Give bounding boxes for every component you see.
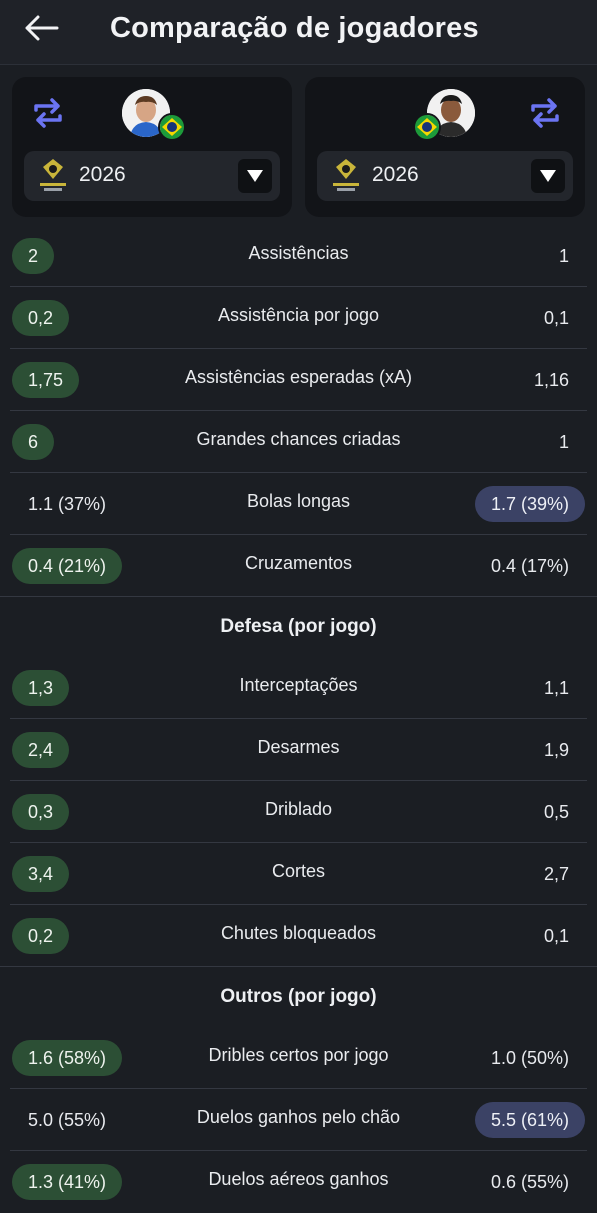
stat-left-value: 1,75 xyxy=(12,362,80,398)
stat-row: 3,4 Cortes 2,7 xyxy=(0,843,597,905)
stat-label: Assistência por jogo xyxy=(217,305,380,325)
season-label: 2026 xyxy=(372,163,419,186)
stat-right-value: 1.0 (50%) xyxy=(490,1048,569,1068)
stat-label: Interceptações xyxy=(239,675,358,695)
stat-row: 2 Assistências 1 xyxy=(0,225,597,287)
stat-left-value: 2 xyxy=(12,238,55,274)
stat-right-value: 0,1 xyxy=(543,308,569,328)
stat-label: Assistências esperadas (xA) xyxy=(184,367,413,387)
stat-left-value: 2,4 xyxy=(12,732,70,768)
stat-label: Desarmes xyxy=(257,737,340,757)
stat-label: Assistências xyxy=(248,243,349,263)
stat-left-value: 1.1 (37%) xyxy=(28,494,107,514)
stat-label: Dribles certos por jogo xyxy=(208,1045,389,1065)
stat-label: Cortes xyxy=(271,861,325,881)
back-arrow-icon[interactable] xyxy=(22,10,62,46)
brazil-flag-icon xyxy=(413,113,441,141)
stat-row: 1.3 (41%) Duelos aéreos ganhos 0.6 (55%) xyxy=(0,1151,597,1213)
stat-right-value: 1 xyxy=(558,246,569,266)
swap-player-icon[interactable] xyxy=(527,95,563,131)
stat-right-value: 1,16 xyxy=(533,370,569,390)
brasileirao-betano-logo xyxy=(331,157,361,195)
player-card-left: 2026 xyxy=(12,77,292,217)
stat-right-value: 0,5 xyxy=(543,802,569,822)
chevron-down-icon[interactable] xyxy=(238,159,272,193)
stat-left-value: 1,3 xyxy=(12,670,70,706)
stat-right-value: 1 xyxy=(558,432,569,452)
stat-row: 5.0 (55%) Duelos ganhos pelo chão 5.5 (6… xyxy=(0,1089,597,1151)
stat-label: Cruzamentos xyxy=(244,553,353,573)
stat-row: 0,2 Chutes bloqueados 0,1 xyxy=(0,905,597,967)
section-title-other: Outros (por jogo) xyxy=(220,986,377,1007)
page-title: Comparação de jogadores xyxy=(110,12,479,44)
player-card-right: 2026 xyxy=(305,77,585,217)
brasileirao-betano-logo xyxy=(38,157,68,195)
season-label: 2026 xyxy=(79,163,126,186)
stat-row: 1.1 (37%) Bolas longas 1.7 (39%) xyxy=(0,473,597,535)
stat-left-value: 5.0 (55%) xyxy=(28,1110,107,1130)
stat-left-value: 0.4 (21%) xyxy=(12,548,123,584)
stat-label: Duelos aéreos ganhos xyxy=(208,1169,389,1189)
top-bar: Comparação de jogadores xyxy=(0,0,597,65)
stat-row: 0.4 (21%) Cruzamentos 0.4 (17%) xyxy=(0,535,597,597)
stat-right-value: 1.7 (39%) xyxy=(474,486,585,522)
section-title-defense: Defesa (por jogo) xyxy=(220,616,377,637)
stat-row: 0,3 Driblado 0,5 xyxy=(0,781,597,843)
stat-left-value: 3,4 xyxy=(12,856,70,892)
season-selector-right[interactable]: 2026 xyxy=(317,151,573,201)
stat-label: Duelos ganhos pelo chão xyxy=(196,1107,401,1127)
stat-left-value: 1.6 (58%) xyxy=(12,1040,123,1076)
stat-right-value: 1,9 xyxy=(543,740,569,760)
stat-right-value: 0.6 (55%) xyxy=(490,1172,569,1192)
brazil-flag-icon xyxy=(158,113,186,141)
stat-left-value: 1.3 (41%) xyxy=(12,1164,123,1200)
stat-right-value: 5.5 (61%) xyxy=(474,1102,585,1138)
stat-label: Driblado xyxy=(264,799,333,819)
stat-row: 1,3 Interceptações 1,1 xyxy=(0,657,597,719)
chevron-down-icon[interactable] xyxy=(531,159,565,193)
swap-player-icon[interactable] xyxy=(30,95,66,131)
stat-right-value: 0.4 (17%) xyxy=(490,556,569,576)
stat-right-value: 2,7 xyxy=(543,864,569,884)
stat-label: Chutes bloqueados xyxy=(220,923,377,943)
stat-row: 1,75 Assistências esperadas (xA) 1,16 xyxy=(0,349,597,411)
stat-left-value: 0,3 xyxy=(12,794,70,830)
stat-left-value: 0,2 xyxy=(12,918,70,954)
stat-label: Bolas longas xyxy=(246,491,351,511)
stat-left-value: 6 xyxy=(12,424,55,460)
stat-right-value: 0,1 xyxy=(543,926,569,946)
stat-label: Grandes chances criadas xyxy=(196,429,401,449)
stat-left-value: 0,2 xyxy=(12,300,70,336)
stat-row: 0,2 Assistência por jogo 0,1 xyxy=(0,287,597,349)
stat-row: 2,4 Desarmes 1,9 xyxy=(0,719,597,781)
stat-row: 1.6 (58%) Dribles certos por jogo 1.0 (5… xyxy=(0,1027,597,1089)
season-selector-left[interactable]: 2026 xyxy=(24,151,280,201)
stat-row: 6 Grandes chances criadas 1 xyxy=(0,411,597,473)
stat-right-value: 1,1 xyxy=(543,678,569,698)
